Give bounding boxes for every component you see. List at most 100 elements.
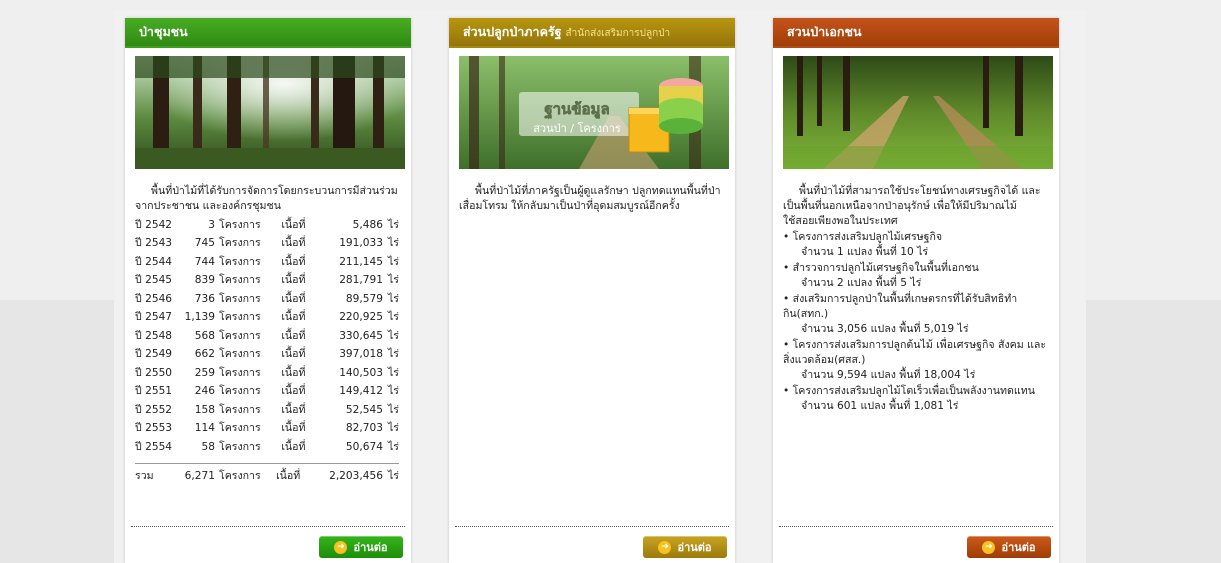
total-count: 6,271 [184,470,215,483]
table-row: ปี 2547 1,139 โครงการ เนื้อที่ 220,925 ไร่ [135,309,399,328]
cell-year: ปี 2553 [135,422,173,435]
image-caption-1: ฐานข้อมูล [544,100,609,119]
list-item-detail: จำนวน 601 แปลง พื้นที่ 1,081 ไร่ [801,400,959,412]
image-caption-2: สวนป่า / โครงการ [533,121,621,135]
dotted-divider [131,526,405,527]
cell-proj: โครงการ [219,403,261,416]
cell-area: 211,145 [339,255,383,268]
card-header: สวนป่าเอกชน [773,18,1059,48]
button-label: อ่านต่อ [677,541,712,554]
cell-unit: ไร่ [387,311,399,324]
cell-count: 158 [194,403,215,416]
cell-area: 330,645 [339,329,383,342]
card-body: พื้นที่ป่าไม้ที่สามารถใช้ประโยชน์ทางเศรษ… [783,184,1047,414]
cell-area-label: เนื้อที่ [281,385,306,398]
cell-area-label: เนื้อที่ [281,329,306,342]
cell-count: 259 [194,366,215,379]
cell-unit: ไร่ [387,348,399,361]
table-row: รวม 6,271 โครงการ เนื้อที่ 2,203,456 ไร่ [135,468,399,487]
cell-unit: ไร่ [387,237,399,250]
cell-area-label: เนื้อที่ [281,348,306,361]
database-forest-photo-icon[interactable]: ฐานข้อมูล สวนป่า / โครงการ [459,56,729,169]
list-item: • โครงการส่งเสริมการปลูกต้นไม้ เพื่อเศรษ… [783,338,1047,383]
cell-unit: ไร่ [387,218,399,231]
table-row: ปี 2552 158 โครงการ เนื้อที่ 52,545 ไร่ [135,401,399,420]
card-header: ส่วนปลูกป่าภาครัฐ สำนักส่งเสริมการปลูกป่า [449,18,735,48]
list-item: • สำรวจการปลูกไม้เศรษฐกิจในพื้นที่เอกชนจ… [783,261,1047,291]
cell-year: ปี 2543 [135,237,173,250]
stats-table: ปี 2542 3 โครงการ เนื้อที่ 5,486 ไร่ ปี 2543 74… [135,216,399,457]
cell-area-label: เนื้อที่ [281,403,306,416]
cell-unit: ไร่ [387,255,399,268]
table-row: ปี 2554 58 โครงการ เนื้อที่ 50,674 ไร่ [135,438,399,457]
cell-year: ปี 2550 [135,366,173,379]
forest-photo-icon[interactable] [135,56,405,169]
table-row: ปี 2543 745 โครงการ เนื้อที่ 191,033 ไร่ [135,235,399,254]
read-more-button[interactable]: ➜ อ่านต่อ [643,536,727,558]
table-row: ปี 2546 736 โครงการ เนื้อที่ 89,579 ไร่ [135,290,399,309]
total-unit: ไร่ [387,470,399,483]
cell-area-label: เนื้อที่ [281,218,306,231]
cell-area: 281,791 [339,274,383,287]
card-subtitle: สำนักส่งเสริมการปลูกป่า [565,28,671,39]
card-description: พื้นที่ป่าไม้ที่สามารถใช้ประโยชน์ทางเศรษ… [783,185,1041,227]
list-item: • โครงการส่งเสริมปลูกไม้เศรษฐกิจ จำนวน 1 … [783,230,1047,260]
card-description: พื้นที่ป่าไม้ที่ได้รับการจัดการโดยกระบวน… [135,185,398,212]
table-row: ปี 2545 839 โครงการ เนื้อที่ 281,791 ไร่ [135,272,399,291]
arrow-right-icon: ➜ [658,540,672,554]
cell-year: ปี 2542 [135,218,173,231]
cell-year: ปี 2552 [135,403,173,416]
card-header: ป่าชุมชน [125,18,411,48]
cell-unit: ไร่ [387,403,399,416]
arrow-right-icon: ➜ [334,540,348,554]
cell-area: 149,412 [339,385,383,398]
cell-area: 191,033 [339,237,383,250]
cell-unit: ไร่ [387,292,399,305]
cell-count: 744 [194,255,215,268]
cell-unit: ไร่ [387,422,399,435]
card-title: ป่าชุมชน [139,24,188,39]
cell-year: ปี 2545 [135,274,173,287]
table-row: ปี 2551 246 โครงการ เนื้อที่ 149,412 ไร่ [135,383,399,402]
card-body: พื้นที่ป่าไม้ที่ได้รับการจัดการโดยกระบวน… [135,184,399,486]
cell-proj: โครงการ [219,311,261,324]
table-row: ปี 2548 568 โครงการ เนื้อที่ 330,645 ไร่ [135,327,399,346]
cell-proj: โครงการ [219,440,261,453]
cell-unit: ไร่ [387,329,399,342]
cell-proj: โครงการ [219,274,261,287]
cell-year: ปี 2548 [135,329,173,342]
cell-count: 1,139 [184,311,215,324]
cell-unit: ไร่ [387,440,399,453]
cell-proj: โครงการ [219,292,261,305]
cell-year: ปี 2554 [135,440,173,453]
read-more-button[interactable]: ➜ อ่านต่อ [967,536,1051,558]
stats-total: รวม 6,271 โครงการ เนื้อที่ 2,203,456 ไร่ [135,468,399,487]
card-body: พื้นที่ป่าไม้ที่ภาครัฐเป็นผู้ดูแลรักษา ป… [459,184,723,214]
card-title: สวนป่าเอกชน [787,24,862,39]
cell-area-label: เนื้อที่ [281,311,306,324]
cell-area-label: เนื้อที่ [281,274,306,287]
cell-year: ปี 2551 [135,385,173,398]
cell-area: 82,703 [345,422,383,435]
cell-count: 246 [194,385,215,398]
read-more-button[interactable]: ➜ อ่านต่อ [319,536,403,558]
project-list: • โครงการส่งเสริมปลูกไม้เศรษฐกิจ จำนวน 1 … [783,230,1047,414]
cell-count: 58 [201,440,215,453]
table-row: ปี 2544 744 โครงการ เนื้อที่ 211,145 ไร่ [135,253,399,272]
list-item-detail: จำนวน 3,056 แปลง พื้นที่ 5,019 ไร่ [801,323,969,335]
table-row: ปี 2550 259 โครงการ เนื้อที่ 140,503 ไร่ [135,364,399,383]
cell-year: ปี 2547 [135,311,173,324]
page: ป่าชุมชน พื้นที่ป่าไม้ที่ได้รับการจัดการ… [0,0,1221,563]
button-label: อ่านต่อ [353,541,388,554]
cell-count: 736 [194,292,215,305]
list-item-detail: จำนวน 9,594 แปลง พื้นที่ 18,004 ไร่ [801,369,976,381]
cell-proj: โครงการ [219,218,261,231]
cell-unit: ไร่ [387,274,399,287]
cell-area-label: เนื้อที่ [281,237,306,250]
forest-path-photo-icon[interactable] [783,56,1053,169]
cell-year: ปี 2544 [135,255,173,268]
list-item-title: • โครงการส่งเสริมปลูกไม้เศรษฐกิจ [783,231,943,243]
total-area: 2,203,456 [329,470,383,483]
cell-proj: โครงการ [219,422,261,435]
divider [135,462,399,464]
